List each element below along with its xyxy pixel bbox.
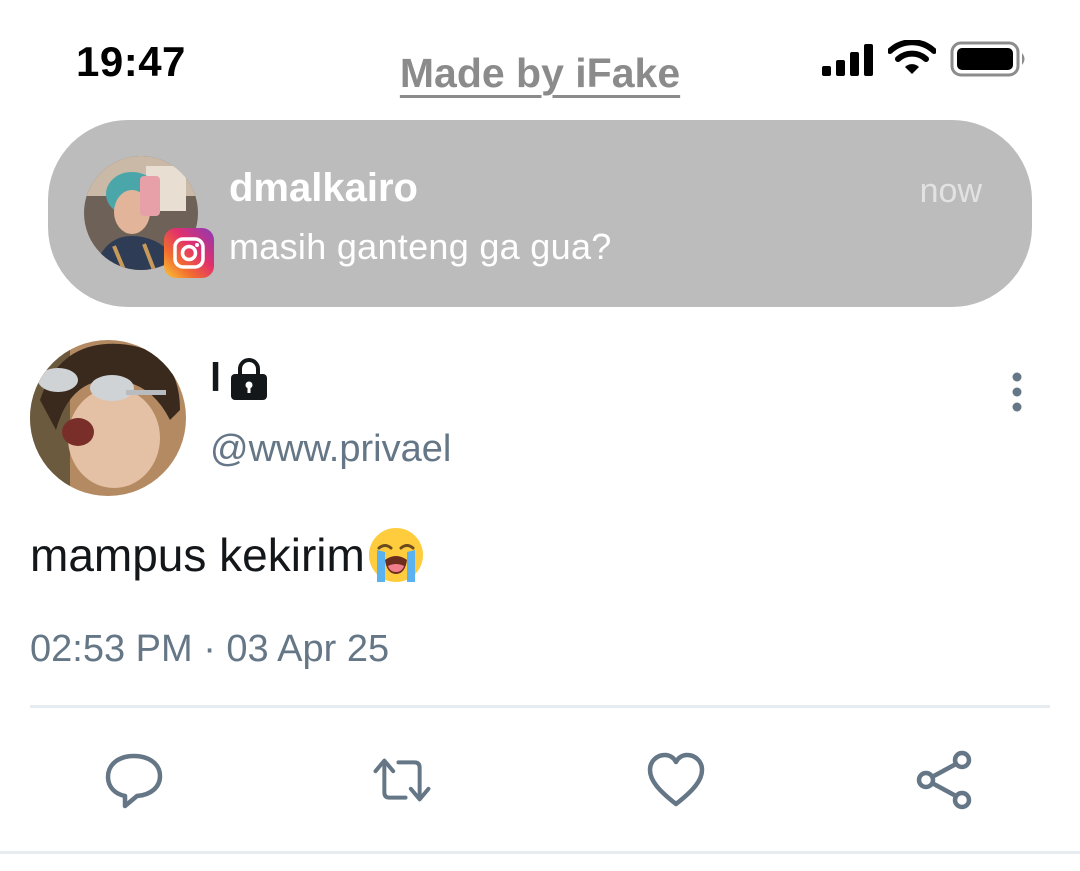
notification-username: dmalkairo bbox=[229, 166, 418, 210]
tweet-avatar[interactable] bbox=[30, 340, 186, 496]
divider bbox=[30, 705, 1050, 708]
notification-banner[interactable]: dmalkairo now masih ganteng ga gua? bbox=[48, 120, 1032, 307]
notification-time: now bbox=[919, 172, 982, 210]
tweet-text: mampus kekirim bbox=[30, 526, 425, 584]
like-icon[interactable] bbox=[646, 750, 706, 810]
lock-icon bbox=[231, 357, 268, 400]
retweet-icon[interactable] bbox=[372, 750, 432, 810]
notification-message: masih ganteng ga gua? bbox=[229, 226, 612, 267]
watermark-text: Made by iFake bbox=[399, 50, 681, 96]
tweet-timestamp: 02:53 PM · 03 Apr 25 bbox=[30, 628, 390, 670]
instagram-icon bbox=[164, 228, 214, 278]
display-name[interactable]: l bbox=[210, 356, 269, 401]
display-name-text: l bbox=[210, 356, 222, 400]
user-handle[interactable]: @www.privael bbox=[210, 428, 451, 471]
battery-icon bbox=[950, 41, 1025, 77]
wifi-icon bbox=[888, 40, 936, 74]
tweet-text-content: mampus kekirim bbox=[30, 529, 365, 581]
more-options-icon[interactable] bbox=[1005, 372, 1029, 412]
cellular-signal-icon bbox=[822, 44, 873, 76]
loudly-crying-face-icon bbox=[368, 528, 423, 582]
divider bbox=[0, 851, 1080, 854]
reply-icon[interactable] bbox=[104, 750, 164, 810]
share-icon[interactable] bbox=[915, 750, 975, 810]
